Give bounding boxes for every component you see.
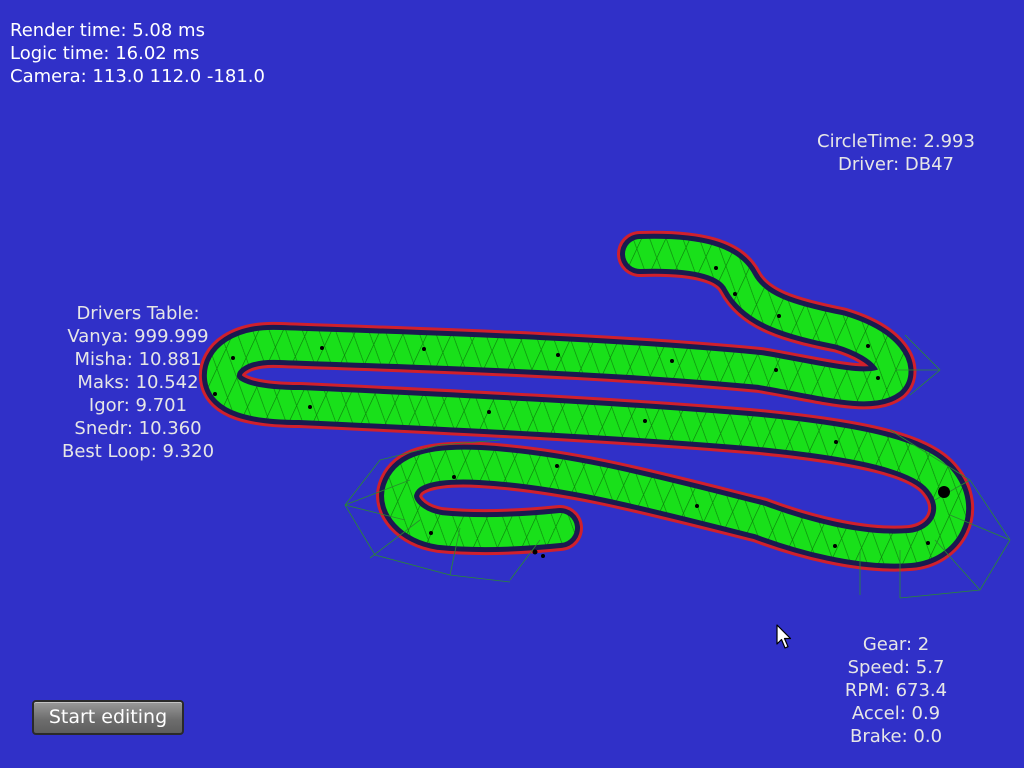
driver-row: Igor: 9.701 (88, 395, 188, 416)
driver-row: Vanya: 999.999 (67, 326, 209, 347)
camera-position: Camera: 113.0 112.0 -181.0 (10, 66, 265, 87)
current-driver: Driver: DB47 (838, 154, 954, 175)
accel-readout: Accel: 0.9 (851, 703, 941, 724)
brake-readout: Brake: 0.0 (849, 726, 943, 747)
drivers-table: Drivers Table: Vanya: 999.999 Misha: 10.… (45, 302, 231, 463)
render-time: Render time: 5.08 ms (10, 20, 205, 41)
mouse-pointer-icon (776, 624, 792, 649)
driver-row: Maks: 10.542 (77, 372, 199, 393)
car-telemetry: Gear: 2 Speed: 5.7 RPM: 673.4 Accel: 0.9… (816, 633, 976, 748)
driver-row: Misha: 10.881 (74, 349, 202, 370)
best-loop: Best Loop: 9.320 (61, 441, 215, 462)
game-viewport[interactable]: Render time: 5.08 ms Logic time: 16.02 m… (0, 0, 1024, 768)
circle-time: CircleTime: 2.993 (817, 131, 975, 152)
drivers-table-title: Drivers Table: (76, 303, 200, 324)
start-editing-button[interactable]: Start editing (32, 700, 184, 735)
driver-row: Snedr: 10.360 (74, 418, 202, 439)
speed-readout: Speed: 5.7 (847, 657, 945, 678)
lap-info: CircleTime: 2.993 Driver: DB47 (796, 130, 996, 176)
gear-readout: Gear: 2 (862, 634, 930, 655)
rpm-readout: RPM: 673.4 (844, 680, 948, 701)
logic-time: Logic time: 16.02 ms (10, 43, 200, 64)
performance-stats: Render time: 5.08 ms Logic time: 16.02 m… (10, 19, 265, 88)
